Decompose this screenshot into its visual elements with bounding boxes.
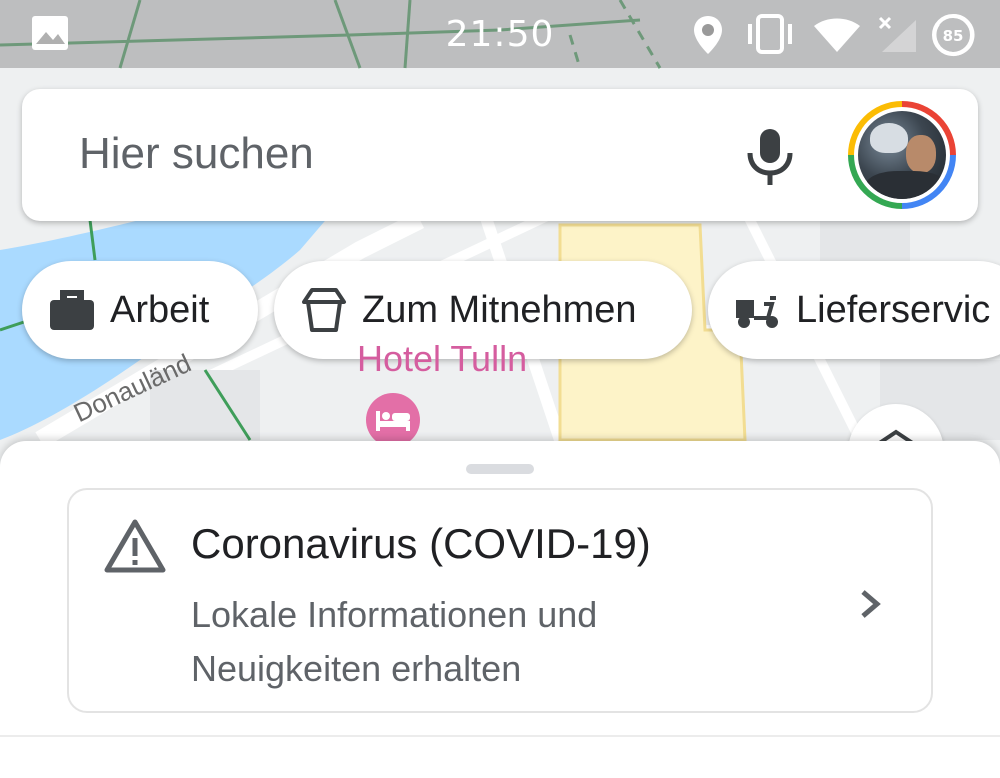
status-time: 21:50	[445, 14, 555, 55]
chevron-right-icon[interactable]	[855, 584, 885, 624]
search-bar[interactable]: Hier suchen	[22, 89, 978, 221]
bed-icon	[376, 411, 410, 431]
covid-info-card[interactable]: Coronavirus (COVID-19) Lokale Informatio…	[67, 488, 933, 713]
covid-subtitle-line2: Neuigkeiten erhalten	[191, 648, 522, 689]
chip-label: Arbeit	[110, 288, 210, 331]
covid-subtitle: Lokale Informationen und Neuigkeiten erh…	[191, 588, 751, 696]
delivery-icon	[736, 296, 778, 328]
location-icon	[694, 16, 722, 54]
mic-icon[interactable]	[742, 125, 798, 189]
wifi-icon	[814, 18, 860, 52]
drag-handle[interactable]	[466, 464, 534, 474]
gallery-icon	[32, 16, 68, 50]
vibrate-icon	[748, 14, 792, 54]
chip-label: Zum Mitnehmen	[362, 288, 637, 331]
chip-arbeit[interactable]: Arbeit	[22, 261, 258, 359]
battery-icon: 85	[932, 13, 975, 56]
covid-title: Coronavirus (COVID-19)	[191, 520, 651, 567]
status-bar: 21:50 85	[0, 0, 1000, 68]
warning-icon	[104, 519, 166, 573]
chip-label: Lieferservic	[796, 288, 991, 331]
divider	[0, 735, 1000, 737]
takeout-icon	[302, 288, 346, 332]
no-signal-icon	[878, 16, 916, 52]
covid-subtitle-line1: Lokale Informationen und	[191, 594, 598, 635]
briefcase-icon	[50, 290, 94, 330]
account-avatar[interactable]	[848, 101, 956, 209]
chip-lieferservice[interactable]: Lieferservic	[708, 261, 1000, 359]
avatar	[858, 111, 946, 199]
bottom-sheet[interactable]: Coronavirus (COVID-19) Lokale Informatio…	[0, 441, 1000, 778]
poi-label[interactable]: Hotel Tulln	[357, 338, 527, 374]
search-input[interactable]: Hier suchen	[79, 129, 314, 179]
hotel-icon[interactable]	[366, 393, 420, 447]
battery-percent: 85	[943, 27, 964, 45]
